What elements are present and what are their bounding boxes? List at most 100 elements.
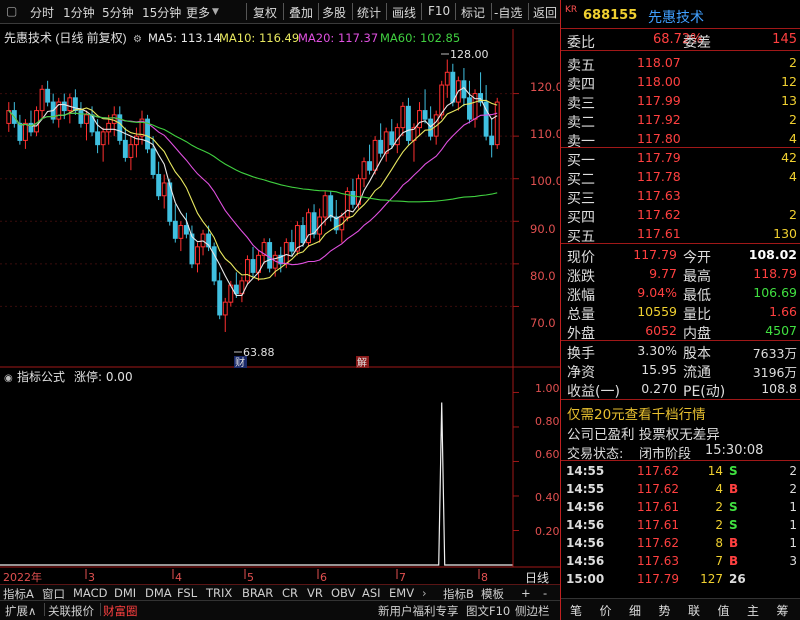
zoom-in-button[interactable]: + [521,586,531,600]
candle-body [417,110,422,129]
bid-row[interactable]: 买五 117.61 130 [561,224,800,245]
bid-volume: 130 [773,226,797,241]
tick-row: 14:56 117.61 2 S 1 [566,500,797,514]
bid-price: 117.62 [637,207,681,222]
square-icon[interactable]: ▢ [6,4,17,18]
ask-row[interactable]: 卖一 117.80 4 [561,129,800,150]
promo-link[interactable]: 仅需20元查看千档行情 [567,403,706,423]
price-label: 110.0 [530,127,560,141]
price-label: 80.0 [530,269,556,283]
candle-body [100,131,106,146]
bid-row[interactable]: 买三 117.63 [561,186,800,207]
indicator-tab[interactable]: EMV [389,586,414,600]
quote-tab[interactable]: 势 [659,602,671,619]
quote-tab[interactable]: 筹 [777,602,789,619]
candle-body [328,195,334,218]
indicator-title: 指标公式 [17,369,65,384]
wealth-circle-tab[interactable]: 财富圈 [103,603,138,619]
candle-body [84,114,89,124]
expand-tab[interactable]: 扩展∧ [5,603,36,619]
quote-tab[interactable]: 值 [718,602,730,619]
chart-toolbar: ▢ 分时 1分钟 5分钟 15分钟 更多 ▼ 复权 叠加 多股 统计 画线 F1… [0,0,560,24]
indicator-label: 0.80 [535,415,560,428]
indicator-tab[interactable]: BRAR [242,586,273,600]
unlock-tag[interactable]: 解 [357,356,367,369]
period-tab-timeshare[interactable]: 分时 [30,4,54,21]
ask-volume: 2 [789,55,797,70]
indicator-tab[interactable]: MACD [73,586,107,600]
candle-body [405,105,411,141]
stock-name[interactable]: 先惠技术 [648,7,704,27]
ask-row[interactable]: 卖二 117.92 2 [561,110,800,131]
quote-tab[interactable]: 主 [747,602,759,619]
ask-price: 118.07 [637,55,681,70]
overlay-button[interactable]: 叠加 [289,4,313,21]
trading-status-row: 交易状态: 闭市阶段 15:30:08 [567,443,764,462]
date-label: 8 [481,571,488,584]
ask-price: 118.00 [637,74,681,89]
sidebar-button[interactable]: 侧边栏 [515,603,550,619]
quote-tab[interactable]: 细 [629,602,641,619]
quote-tab[interactable]: 笔 [570,602,582,619]
candle-body [372,139,378,171]
indicator-tab[interactable]: ASI [362,586,381,600]
period-tab-1min[interactable]: 1分钟 [63,4,95,21]
ma10-legend: MA10: 116.49 [219,31,299,45]
more-dropdown-icon[interactable]: ▼ [212,7,219,17]
period-tab-more[interactable]: 更多 [186,4,210,21]
indicator-tab[interactable]: DMI [114,586,136,600]
indicator-tab[interactable]: VR [307,586,323,600]
back-button[interactable]: 返回 [533,4,557,21]
period-tab-5min[interactable]: 5分钟 [102,4,134,21]
candle-body [367,161,373,171]
candle-body [39,88,45,112]
indicator-tab[interactable]: DMA [145,586,172,600]
ask-row[interactable]: 卖三 117.99 13 [561,91,800,112]
candle-body [34,110,39,133]
draw-line-button[interactable]: 画线 [392,4,416,21]
quote-tab[interactable]: 联 [688,602,700,619]
date-label: 3 [88,571,95,584]
restore-rights-button[interactable]: 复权 [253,4,277,21]
indicator-tab[interactable]: FSL [177,586,197,600]
candle-body [489,135,495,146]
zoom-out-button[interactable]: - [543,586,547,600]
indicator-tabbar: 指标A 窗口 MACD DMI DMA FSL TRIX BRAR CR VR … [0,584,560,601]
ask-price: 117.80 [637,131,681,146]
date-label: 5 [247,571,254,584]
indicator-tab[interactable]: CR [282,586,298,600]
mark-button[interactable]: 标记 [461,4,485,21]
kline-chart[interactable]: 先惠技术 (日线 前复权) ⚙ MA5: 113.14 MA10: 116.49… [0,24,560,594]
ask-row[interactable]: 卖四 118.00 12 [561,72,800,93]
indicator-tab[interactable]: OBV [331,586,355,600]
candle-body [67,97,73,112]
period-tab-15min[interactable]: 15分钟 [142,4,181,21]
candle-body [350,190,356,205]
f10-button[interactable]: F10 [428,4,450,18]
remove-watchlist-button[interactable]: -自选 [494,4,522,21]
settings-icon[interactable]: ⚙ [133,34,142,45]
indicator-tab[interactable]: TRIX [206,586,232,600]
indicator-menu-icon[interactable]: ◉ [4,373,13,384]
candle-body [78,110,84,124]
bid-row[interactable]: 买二 117.78 4 [561,167,800,188]
bid-price: 117.61 [637,226,681,241]
quote-tab[interactable]: 价 [600,602,612,619]
fundamental-row: 净资 15.95 流通 3196万 [567,362,797,381]
candle-body [178,225,184,239]
bid-row[interactable]: 买一 117.79 42 [561,148,800,169]
statistics-button[interactable]: 统计 [357,4,381,21]
tick-row: 14:56 117.61 2 S 1 [566,518,797,532]
graphic-f10-button[interactable]: 图文F10 [466,603,510,619]
finance-tag[interactable]: 财 [235,356,245,369]
ask-price: 117.99 [637,93,681,108]
bid-row[interactable]: 买四 117.62 2 [561,205,800,226]
bid-price: 117.63 [637,188,681,203]
stat-row: 总量 10559 量比 1.66 [567,304,797,323]
chevron-right-icon[interactable]: › [422,586,427,600]
ask-row[interactable]: 卖五 118.07 2 [561,53,800,74]
new-user-promo[interactable]: 新用户福利专享 [378,603,459,619]
candle-body [361,161,367,180]
multi-stock-button[interactable]: 多股 [322,4,346,21]
related-quote-tab[interactable]: 关联报价 [48,603,94,619]
